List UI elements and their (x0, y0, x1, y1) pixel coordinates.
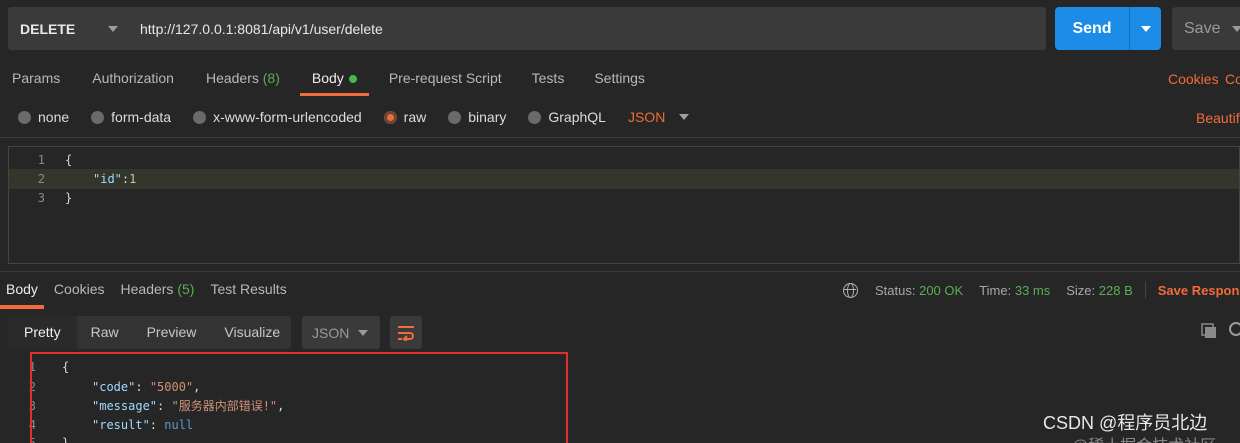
tab-pre-request-script[interactable]: Pre-request Script (377, 66, 514, 94)
body-option-binary[interactable]: binary (448, 109, 506, 125)
globe-icon[interactable] (843, 282, 858, 298)
code-link[interactable]: Co (1225, 71, 1240, 87)
wrap-lines-button[interactable] (390, 316, 422, 349)
radio-icon (193, 110, 207, 124)
size-value: 228 B (1098, 282, 1133, 298)
send-options-button[interactable] (1130, 25, 1161, 32)
view-pretty-button[interactable]: Pretty (8, 316, 77, 349)
response-tab-body[interactable]: Body (0, 278, 44, 308)
radio-selected-icon (383, 110, 397, 124)
view-raw-button[interactable]: Raw (77, 316, 133, 349)
method-label: DELETE (20, 20, 76, 37)
editor-line: 1 { (37, 153, 73, 167)
response-tab-headers[interactable]: Headers (5) (115, 278, 201, 306)
radio-icon (18, 110, 31, 124)
response-status-bar: Status: 200 OK Time: 33 ms Size: 228 B S… (843, 281, 1240, 299)
highlight-box (30, 352, 568, 443)
view-visualize-button[interactable]: Visualize (210, 316, 294, 349)
tab-params[interactable]: Params (0, 66, 72, 94)
radio-icon (448, 110, 462, 124)
caret-down-icon (108, 25, 118, 32)
response-format-select[interactable]: JSON (302, 316, 380, 349)
response-tabs: Body Cookies Headers (5) Test Results (0, 278, 293, 308)
radio-icon (91, 110, 105, 124)
watermark-secondary: @稀土掘金技术社区 (1072, 432, 1216, 443)
caret-down-icon (1232, 25, 1240, 32)
tab-tests[interactable]: Tests (520, 66, 577, 94)
body-indicator-dot (348, 75, 357, 84)
tab-headers[interactable]: Headers (8) (194, 66, 292, 94)
body-option-form-data[interactable]: form-data (91, 109, 171, 125)
tab-body[interactable]: Body (299, 66, 369, 96)
url-input[interactable]: http://127.0.0.1:8081/api/v1/user/delete (128, 7, 1046, 50)
caret-down-icon (358, 329, 368, 336)
url-value: http://127.0.0.1:8081/api/v1/user/delete (140, 20, 383, 37)
headers-count: (8) (262, 70, 280, 86)
response-tab-cookies[interactable]: Cookies (48, 278, 111, 306)
body-type-options: none form-data x-www-form-urlencoded raw… (18, 106, 711, 128)
caret-down-icon (1140, 25, 1151, 32)
body-option-x-www-form-urlencoded[interactable]: x-www-form-urlencoded (193, 109, 362, 125)
radio-icon (528, 110, 542, 124)
body-option-raw[interactable]: raw (383, 109, 426, 125)
view-mode-toolbar: Pretty Raw Preview Visualize (8, 316, 291, 349)
cookies-link[interactable]: Cookies (1168, 71, 1219, 87)
body-option-graphql[interactable]: GraphQL (528, 109, 606, 125)
send-button[interactable]: Send (1055, 7, 1161, 50)
save-label: Save (1184, 19, 1221, 37)
tab-authorization[interactable]: Authorization (80, 66, 186, 94)
tab-settings[interactable]: Settings (582, 66, 657, 94)
response-tab-test-results[interactable]: Test Results (204, 278, 292, 306)
view-preview-button[interactable]: Preview (133, 316, 211, 349)
time-value: 33 ms (1014, 282, 1051, 298)
request-body-editor[interactable]: 1 { 2 "id":1 3 } (8, 146, 1240, 264)
body-option-none[interactable]: none (18, 109, 69, 125)
request-tabs: Params Authorization Headers (8) Body Pr… (0, 66, 657, 96)
send-label: Send (1072, 19, 1112, 37)
caret-down-icon (679, 114, 690, 120)
status-value: 200 OK (919, 282, 964, 298)
body-format-select[interactable]: JSON (628, 109, 690, 125)
beautify-link[interactable]: Beautify (1196, 110, 1240, 126)
editor-line: 3 } (37, 191, 73, 205)
method-select[interactable]: DELETE (8, 7, 128, 50)
editor-line: 2 "id":1 (9, 169, 1239, 189)
save-response-button[interactable]: Save Response (1158, 283, 1240, 298)
copy-icon[interactable] (1201, 323, 1217, 339)
search-icon[interactable] (1229, 322, 1240, 336)
wrap-icon (398, 325, 414, 341)
save-button[interactable]: Save (1172, 7, 1240, 50)
